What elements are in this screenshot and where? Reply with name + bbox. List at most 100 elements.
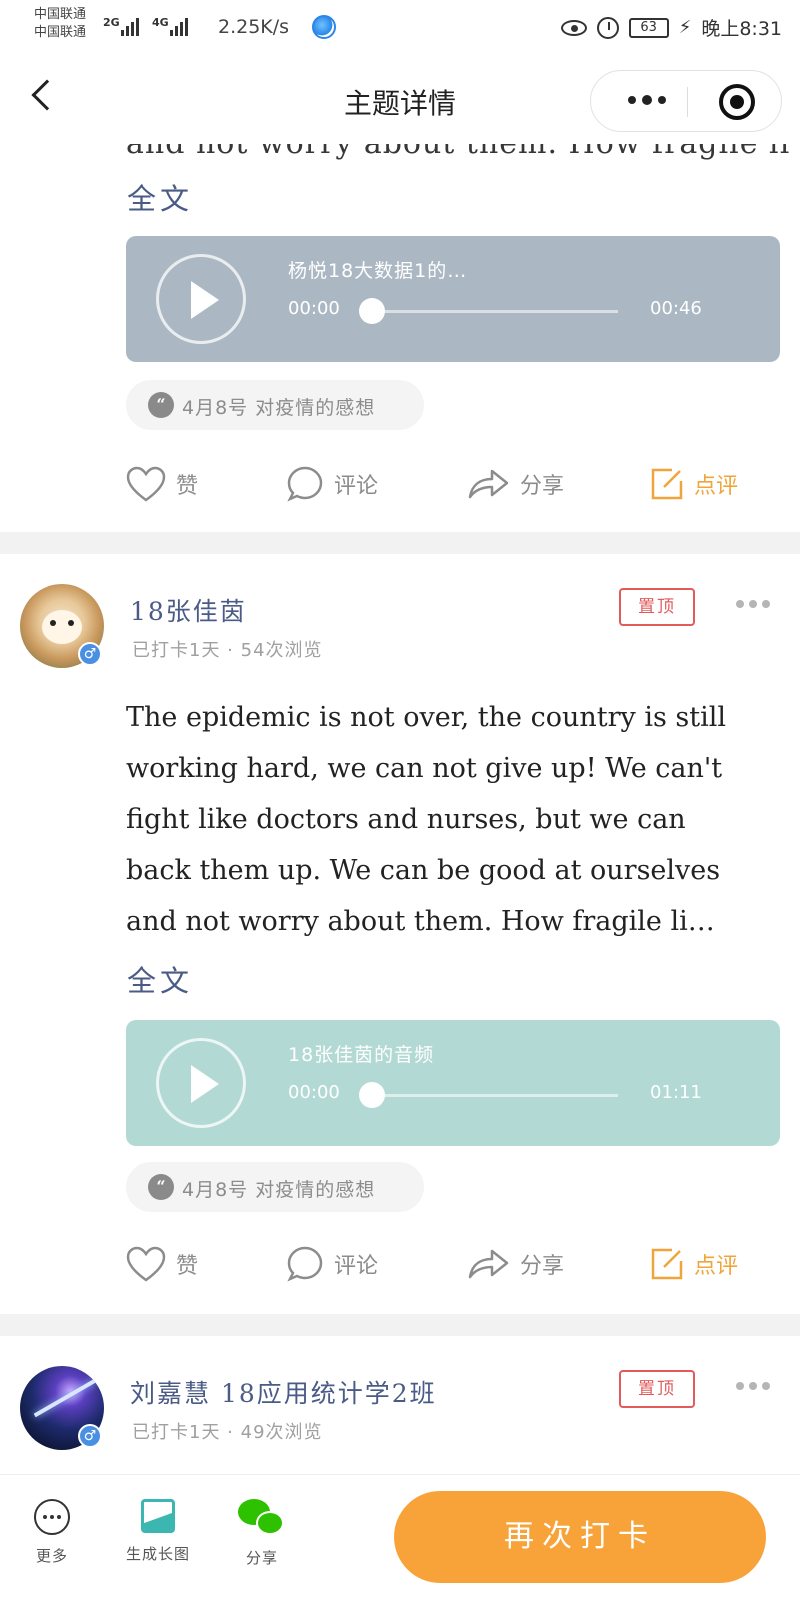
miniapp-capsule <box>590 70 782 132</box>
post-separator <box>0 1314 800 1336</box>
audio-time-end: 01:11 <box>650 1082 702 1103</box>
post-body-line: and not worry about them. How fragile li… <box>126 906 715 937</box>
image-icon <box>141 1499 175 1533</box>
generate-image-button[interactable]: 生成长图 <box>118 1499 198 1564</box>
topic-tag-label: 4月8号 对疫情的感想 <box>182 1179 376 1201</box>
audio-time-start: 00:00 <box>288 298 340 319</box>
pinned-badge: 置顶 <box>619 1370 695 1408</box>
share-arrow-icon <box>468 469 509 499</box>
capsule-divider <box>687 87 688 117</box>
audio-time-start: 00:00 <box>288 1082 340 1103</box>
battery-icon: 63 <box>628 17 669 38</box>
audio-progress-track[interactable] <box>370 1094 618 1097</box>
audio-progress-track[interactable] <box>370 310 618 313</box>
generate-image-label: 生成长图 <box>125 1545 190 1563</box>
status-right: 63 ⚡ 晚上8:31 <box>560 14 782 41</box>
browser-app-icon <box>312 15 336 39</box>
network-speed: 2.25K/s <box>218 16 290 38</box>
comment-button[interactable]: 评论 <box>286 454 378 514</box>
like-label: 赞 <box>176 474 199 499</box>
more-dots-icon <box>34 1499 70 1535</box>
review-button[interactable]: 点评 <box>650 454 738 514</box>
close-miniapp-icon[interactable] <box>719 84 755 120</box>
comment-bubble-icon <box>287 466 323 502</box>
post-menu-icon[interactable] <box>736 600 770 608</box>
share-arrow-icon <box>468 1249 509 1279</box>
comment-button[interactable]: 评论 <box>286 1234 378 1294</box>
play-icon[interactable] <box>156 1038 246 1128</box>
carrier-labels: 中国联通 中国联通 <box>34 6 86 42</box>
comment-label: 评论 <box>334 1254 379 1279</box>
comment-bubble-icon <box>287 1246 323 1282</box>
audio-progress-knob[interactable] <box>359 1082 385 1108</box>
topic-tag-label: 4月8号 对疫情的感想 <box>182 397 376 419</box>
fulltext-link[interactable]: 全文 <box>127 176 193 218</box>
bottom-toolbar: 更多 生成长图 分享 再次打卡 <box>0 1474 800 1600</box>
post-body-line: fight like doctors and nurses, but we ca… <box>126 804 686 835</box>
post-actions: 赞 评论 分享 点评 <box>0 1234 800 1294</box>
carrier-2: 中国联通 <box>34 25 87 40</box>
wechat-share-button[interactable]: 分享 <box>222 1499 302 1568</box>
heart-icon <box>126 466 166 502</box>
fulltext-link[interactable]: 全文 <box>127 958 193 1000</box>
pinned-badge: 置顶 <box>619 588 695 626</box>
like-label: 赞 <box>176 1254 199 1279</box>
male-gender-icon: ♂ <box>78 1424 102 1448</box>
status-time: 晚上8:31 <box>701 18 782 40</box>
comment-label: 评论 <box>334 474 379 499</box>
checkin-again-button[interactable]: 再次打卡 <box>394 1491 766 1583</box>
quote-icon: “ <box>148 1174 174 1200</box>
review-button[interactable]: 点评 <box>650 1234 738 1294</box>
like-button[interactable]: 赞 <box>126 454 198 514</box>
edit-icon <box>651 1248 683 1280</box>
username[interactable]: 刘嘉慧 18应用统计学2班 <box>130 1374 437 1410</box>
nav-bar: 主题详情 <box>0 56 800 144</box>
username[interactable]: 18张佳茵 <box>130 592 247 628</box>
heart-icon <box>126 1246 166 1282</box>
more-label: 更多 <box>35 1547 68 1565</box>
share-button[interactable]: 分享 <box>466 1234 564 1294</box>
share-label: 分享 <box>520 1254 565 1279</box>
charging-icon: ⚡ <box>678 17 692 38</box>
edit-icon <box>651 468 683 500</box>
review-label: 点评 <box>694 474 739 499</box>
audio-title: 杨悦18大数据1的… <box>288 260 468 282</box>
play-icon[interactable] <box>156 254 246 344</box>
signal-bars-icon <box>121 14 139 36</box>
review-label: 点评 <box>694 1254 739 1279</box>
feed: and not worry about them. How fragile li… <box>0 144 800 1474</box>
male-gender-icon: ♂ <box>78 642 102 666</box>
topic-tag[interactable]: “ 4月8号 对疫情的感想 <box>126 1162 424 1212</box>
more-button[interactable]: 更多 <box>12 1499 92 1566</box>
post-menu-icon[interactable] <box>736 1382 770 1390</box>
audio-player: 18张佳茵的音频 00:00 01:11 <box>126 1020 780 1146</box>
topic-tag[interactable]: “ 4月8号 对疫情的感想 <box>126 380 424 430</box>
post-text-cut: and not worry about them. How fragile li <box>126 144 790 161</box>
share-label: 分享 <box>520 474 565 499</box>
audio-time-end: 00:46 <box>650 298 702 319</box>
post-body-line: working hard, we can not give up! We can… <box>126 753 723 784</box>
more-options-icon[interactable] <box>617 85 677 115</box>
signal-bars-icon <box>170 14 188 36</box>
audio-player: 杨悦18大数据1的… 00:00 00:46 <box>126 236 780 362</box>
quote-icon: “ <box>148 392 174 418</box>
signal-type-1: 2G <box>103 16 120 29</box>
wechat-icon <box>238 1499 286 1537</box>
audio-title: 18张佳茵的音频 <box>288 1044 435 1066</box>
post-meta: 已打卡1天 · 54次浏览 <box>132 640 323 661</box>
post-body-line: back them up. We can be good at ourselve… <box>126 855 721 886</box>
signal-type-2: 4G <box>152 16 169 29</box>
share-label: 分享 <box>245 1549 278 1567</box>
like-button[interactable]: 赞 <box>126 1234 198 1294</box>
audio-progress-knob[interactable] <box>359 298 385 324</box>
post-body: The epidemic is not over, the country is… <box>126 692 776 947</box>
share-button[interactable]: 分享 <box>466 454 564 514</box>
alarm-icon <box>596 16 619 39</box>
post-meta: 已打卡1天 · 49次浏览 <box>132 1422 323 1443</box>
eye-icon <box>560 19 587 36</box>
carrier-1: 中国联通 <box>34 7 87 22</box>
post-separator <box>0 532 800 554</box>
post-body-line: The epidemic is not over, the country is… <box>126 702 727 733</box>
status-bar: 中国联通 中国联通 2G 4G 2.25K/s 63 ⚡ 晚上8:31 <box>0 0 800 56</box>
post-actions: 赞 评论 分享 点评 <box>0 454 800 514</box>
